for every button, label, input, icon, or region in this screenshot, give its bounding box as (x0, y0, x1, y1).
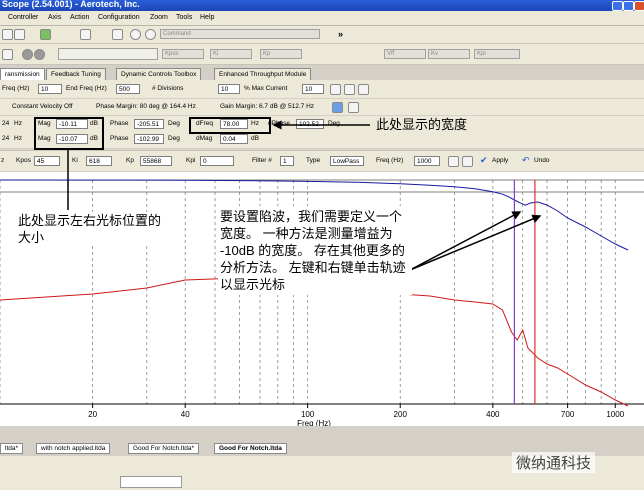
middle-arrow-left-cursor (409, 211, 522, 271)
annotation-left: 此处显示左右光标位置的大小 (18, 212, 170, 246)
annotation-right: 此处显示的宽度 (376, 117, 468, 132)
watermark: 微纳通科技 (512, 452, 596, 473)
middle-arrow-right-cursor (409, 214, 542, 271)
annotation-middle: 要设置陷波，我们需要定义一个宽度。 一种方法是测量增益为 -10dB 的宽度。 … (218, 206, 412, 295)
